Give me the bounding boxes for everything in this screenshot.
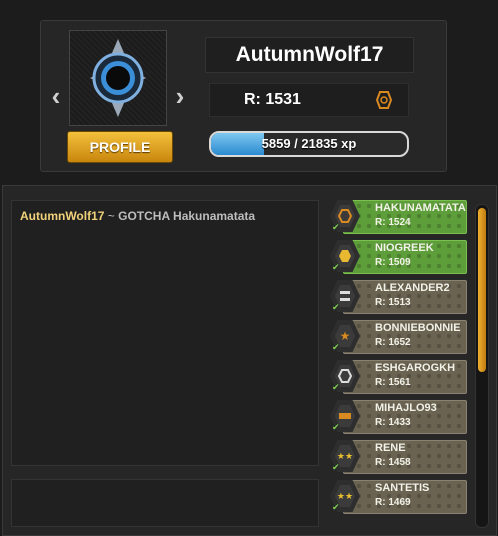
- player-name: BONNIEBONNIE: [375, 322, 461, 334]
- chat-message: AutumnWolf17 ~ GOTCHA Hakunamatata: [20, 209, 255, 223]
- profile-panel: ‹ › PROFILE AutumnWolf17 R: 1531 5859 / …: [40, 20, 447, 172]
- xp-text: 5859 / 21835 xp: [261, 136, 357, 151]
- player-row[interactable]: ★★ ✔ RENE R: 1458: [327, 440, 469, 474]
- player-rating: R: 1433: [375, 417, 411, 428]
- player-row[interactable]: ✔ ESHGAROGKH R: 1561: [327, 360, 469, 394]
- rank-badge-icon: [376, 91, 392, 109]
- online-check-icon: ✔: [332, 222, 340, 232]
- player-name: NIOGREEK: [375, 242, 434, 254]
- player-name: ALEXANDER2: [375, 282, 450, 294]
- player-rating: R: 1513: [375, 297, 411, 308]
- chat-text: GOTCHA Hakunamatata: [118, 209, 256, 223]
- chat-log: AutumnWolf17 ~ GOTCHA Hakunamatata: [11, 200, 319, 466]
- online-check-icon: ✔: [332, 342, 340, 352]
- profile-button[interactable]: PROFILE: [67, 131, 173, 163]
- player-row[interactable]: ★★ ✔ SANTETIS R: 1469: [327, 480, 469, 514]
- rating-display: R: 1531: [209, 83, 409, 117]
- player-row[interactable]: ✔ NIOGREEK R: 1509: [327, 240, 469, 274]
- rating-text: R: 1531: [244, 91, 301, 108]
- lobby-panel: AutumnWolf17 ~ GOTCHA Hakunamatata ✔ HAK…: [2, 185, 497, 536]
- player-name: ESHGAROGKH: [375, 362, 456, 374]
- player-row[interactable]: ★ ✔ BONNIEBONNIE R: 1652: [327, 320, 469, 354]
- player-name: RENE: [375, 442, 406, 454]
- next-avatar-arrow[interactable]: ›: [169, 81, 191, 111]
- player-rating: R: 1652: [375, 337, 411, 348]
- player-name: SANTETIS: [375, 482, 430, 494]
- rank-emblem-icon: [90, 39, 146, 117]
- online-check-icon: ✔: [332, 462, 340, 472]
- chat-author[interactable]: AutumnWolf17: [20, 209, 104, 223]
- chat-input[interactable]: [11, 479, 319, 527]
- avatar-frame: [69, 30, 167, 126]
- player-rating: R: 1458: [375, 457, 411, 468]
- player-rating: R: 1524: [375, 217, 411, 228]
- xp-progress-bar: 5859 / 21835 xp: [209, 131, 409, 157]
- player-rating: R: 1469: [375, 497, 411, 508]
- online-check-icon: ✔: [332, 302, 340, 312]
- player-row[interactable]: ✔ ALEXANDER2 R: 1513: [327, 280, 469, 314]
- player-name: MIHAJLO93: [375, 402, 437, 414]
- scrollbar-thumb[interactable]: [478, 208, 486, 372]
- player-row[interactable]: ✔ MIHAJLO93 R: 1433: [327, 400, 469, 434]
- previous-avatar-arrow[interactable]: ‹: [45, 81, 67, 111]
- online-check-icon: ✔: [332, 262, 340, 272]
- player-rating: R: 1509: [375, 257, 411, 268]
- player-list-scrollbar[interactable]: [475, 204, 489, 528]
- online-check-icon: ✔: [332, 382, 340, 392]
- player-name: HAKUNAMATATA: [375, 202, 466, 214]
- player-rating: R: 1561: [375, 377, 411, 388]
- online-check-icon: ✔: [332, 422, 340, 432]
- username-display: AutumnWolf17: [205, 37, 414, 73]
- chat-separator: ~: [104, 209, 119, 223]
- player-row[interactable]: ✔ HAKUNAMATATA R: 1524: [327, 200, 469, 234]
- online-check-icon: ✔: [332, 502, 340, 512]
- player-list: ✔ HAKUNAMATATA R: 1524 ✔ NIOGREEK R: 150…: [327, 200, 469, 530]
